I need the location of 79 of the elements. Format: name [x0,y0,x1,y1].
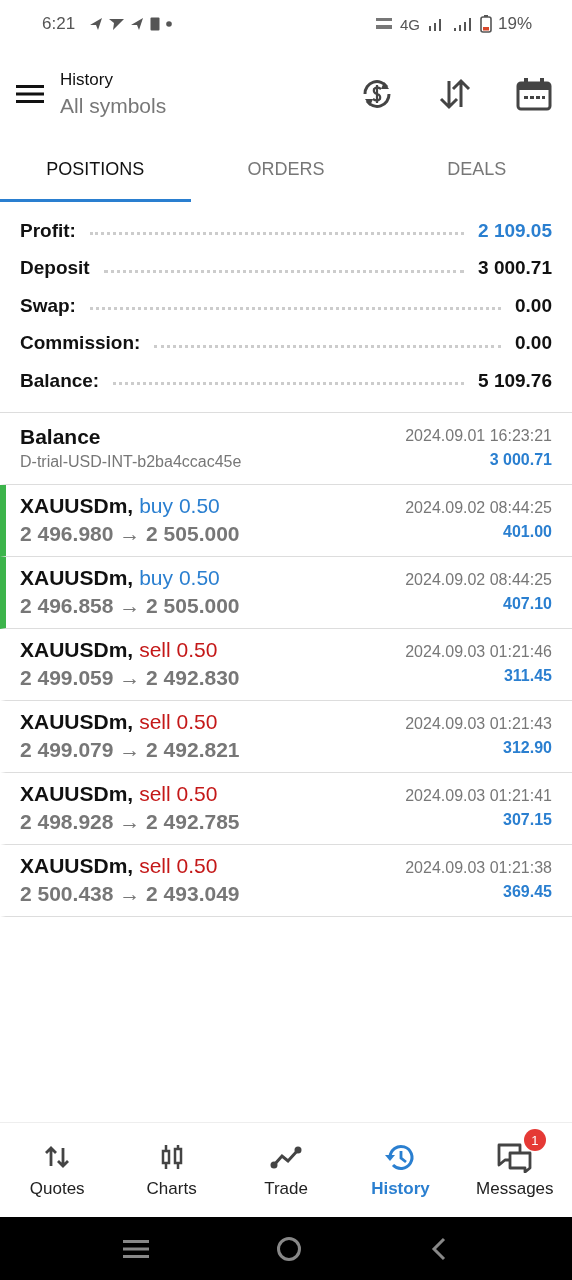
deal-symbol: XAUUSDm, [20,566,134,590]
deal-prices: 2 496.858 → 2 505.000 [20,594,241,618]
recent-apps-icon[interactable] [123,1238,150,1259]
deal-volume: sell 0.50 [139,638,218,662]
deal-time: 2024.09.02 08:44:25 [405,499,552,517]
chat-bubbles-icon [495,1141,534,1173]
deal-time: 2024.09.02 08:44:25 [405,571,552,589]
menu-button[interactable] [16,83,44,105]
telegram-icon [89,17,104,31]
deal-time: 2024.09.03 01:21:41 [405,787,552,805]
trade-tab[interactable]: Trade [228,1123,344,1217]
volte-icon [373,16,394,32]
status-time: 6:21 [42,14,76,34]
home-icon[interactable] [276,1235,302,1262]
deal-profit: 311.45 [503,667,552,685]
deal-prices: 2 498.928 → 2 492.785 [20,810,241,834]
send-icon [109,17,125,31]
deal-symbol: XAUUSDm, [20,638,134,662]
network-type: 4G [399,15,420,33]
deal-profit: 307.15 [503,811,552,829]
charts-tab[interactable]: Charts [114,1123,229,1217]
summary-value: 5 109.76 [478,369,552,392]
telegram-icon [130,17,145,31]
deal-prices: 2 500.438 → 2 493.049 [20,882,241,906]
deal-symbol: XAUUSDm, [20,782,134,806]
calendar-icon[interactable] [516,77,552,111]
deal-time: 2024.09.03 01:21:43 [405,715,552,733]
tab[interactable]: DEALS [381,140,572,202]
line-graph-icon [270,1144,302,1170]
symbol-filter[interactable]: All symbols [60,94,167,118]
deal-prices: 2 496.980 → 2 505.000 [20,522,241,546]
more-notifications-icon [166,21,173,27]
battery-level: 19% [497,14,532,34]
summary-label: Commission: [20,332,141,355]
deal-prices: 2 499.079 → 2 492.821 [20,738,241,762]
deal-time: 2024.09.03 01:21:38 [405,859,552,877]
deal-title: Balance [20,425,102,449]
sort-icon[interactable] [438,77,472,111]
summary-value: 0.00 [515,332,552,355]
deal-symbol: XAUUSDm, [20,494,134,518]
deal-volume: buy 0.50 [139,566,220,590]
deal-profit: 3 000.71 [489,451,552,469]
deal-time: 2024.09.03 01:21:46 [405,643,552,661]
summary-label: Balance: [20,369,100,392]
quotes-tab[interactable]: Quotes [0,1123,115,1217]
deal-symbol: XAUUSDm, [20,854,134,878]
deal-comment: D-trial-USD-INT-b2ba4ccac45e [20,453,243,471]
summary-value: 0.00 [515,294,552,317]
up-down-arrows-icon [44,1144,71,1170]
deal-row[interactable]: XAUUSDm, buy 0.50 2 496.858 → 2 505.000 2024.09.02 08:44:25 407.10 [0,556,572,629]
tab[interactable]: POSITIONS [0,140,191,202]
deal-volume: sell 0.50 [139,782,218,806]
tab[interactable]: ORDERS [190,140,382,202]
messages-tab[interactable]: 1 Messages [457,1123,572,1217]
deal-volume: buy 0.50 [139,494,220,518]
screen-title: History [60,70,114,90]
deal-profit: 369.45 [503,883,552,901]
deal-volume: sell 0.50 [139,710,218,734]
summary-label: Profit: [20,219,76,242]
deal-profit: 312.90 [503,739,552,757]
unread-badge: 1 [523,1129,546,1151]
history-tab[interactable]: History [343,1123,458,1217]
deal-row[interactable]: XAUUSDm, sell 0.50 2 499.079 → 2 492.821 2024.09.03 01:21:43 312.90 [0,700,572,773]
deal-row[interactable]: XAUUSDm, sell 0.50 2 500.438 → 2 493.049 2024.09.03 01:21:38 369.45 [0,844,572,917]
deal-time: 2024.09.01 16:23:21 [405,427,552,445]
deal-volume: sell 0.50 [139,854,218,878]
deal-profit: 401.00 [503,523,552,541]
deal-row[interactable]: XAUUSDm, buy 0.50 2 496.980 → 2 505.000 2024.09.02 08:44:25 401.00 [0,484,572,557]
summary-label: Deposit [20,257,90,280]
deal-row[interactable]: Balance D-trial-USD-INT-b2ba4ccac45e 2024.09.01 16:23:21 3 000.71 [0,412,572,485]
deal-prices: 2 499.059 → 2 492.830 [20,666,241,690]
deal-row[interactable]: XAUUSDm, sell 0.50 2 499.059 → 2 492.830 2024.09.03 01:21:46 311.45 [0,628,572,701]
deal-row[interactable]: XAUUSDm, sell 0.50 2 498.928 → 2 492.785 2024.09.03 01:21:41 307.15 [0,772,572,845]
summary-label: Swap: [20,294,76,317]
battery-icon [479,15,492,33]
summary-value: 3 000.71 [478,257,552,280]
deal-symbol: XAUUSDm, [20,710,134,734]
summary-value: 2 109.05 [478,219,552,242]
deal-profit: 407.10 [503,595,552,613]
